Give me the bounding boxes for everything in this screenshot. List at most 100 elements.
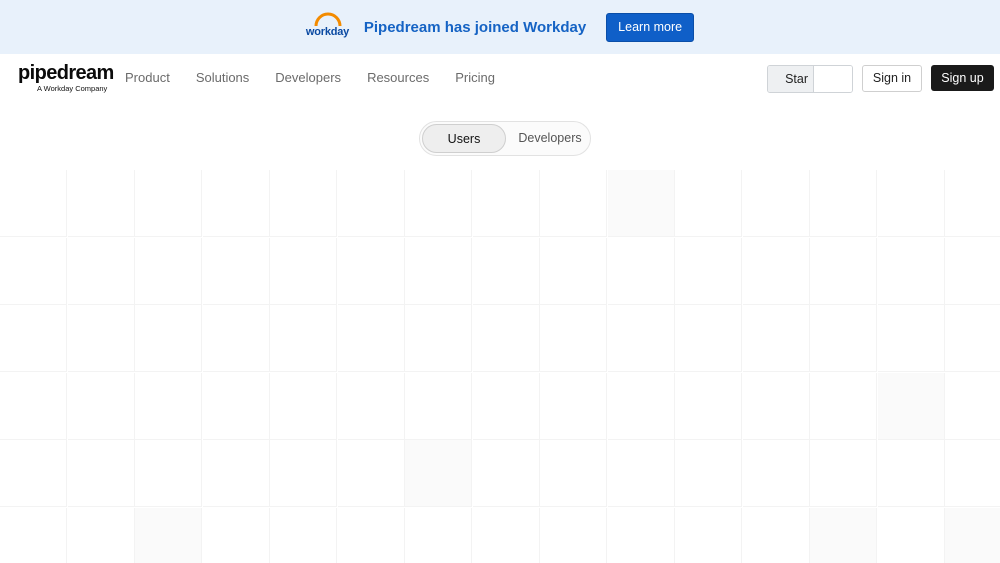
sign-in-button[interactable]: Sign in	[862, 65, 922, 92]
grid-cell	[270, 440, 337, 507]
grid-cell	[0, 440, 67, 507]
grid-cell	[338, 440, 405, 507]
grid-cell	[405, 508, 472, 563]
grid-cell	[473, 373, 540, 440]
toggle-option-developers[interactable]: Developers	[512, 124, 588, 153]
grid-cell	[473, 170, 540, 237]
grid-cell	[270, 508, 337, 563]
grid-cell	[68, 440, 135, 507]
site-header: pipedream A Workday Company Product Solu…	[0, 54, 1000, 100]
grid-cell	[270, 373, 337, 440]
learn-more-button[interactable]: Learn more	[606, 12, 695, 42]
grid-cell	[203, 373, 270, 440]
grid-cell	[473, 440, 540, 507]
sign-up-button[interactable]: Sign up	[931, 65, 994, 91]
grid-cell	[675, 170, 742, 237]
announcement-banner: workday Pipedream has joined Workday Lea…	[0, 0, 1000, 54]
star-label: Star	[768, 66, 814, 92]
grid-cell	[405, 305, 472, 372]
pipedream-logo[interactable]: pipedream A Workday Company	[18, 63, 114, 93]
grid-cell	[338, 238, 405, 305]
audience-toggle: Users Developers	[419, 121, 591, 156]
grid-cell	[675, 373, 742, 440]
grid-cell	[0, 238, 67, 305]
grid-cell	[0, 373, 67, 440]
grid-cell	[675, 305, 742, 372]
grid-cell	[540, 440, 607, 507]
grid-cell	[135, 373, 202, 440]
grid-cell	[540, 238, 607, 305]
grid-cell	[270, 238, 337, 305]
grid-cell	[68, 170, 135, 237]
grid-cell	[135, 305, 202, 372]
grid-cell	[945, 305, 1000, 372]
grid-cell	[0, 305, 67, 372]
nav-item-product[interactable]: Product	[125, 70, 170, 85]
nav-item-resources[interactable]: Resources	[367, 70, 429, 85]
grid-cell	[473, 238, 540, 305]
grid-cell	[878, 170, 945, 237]
grid-cell	[135, 508, 202, 563]
logo-tagline: A Workday Company	[37, 84, 108, 93]
logo-wordmark: pipedream	[18, 62, 114, 84]
nav-item-developers[interactable]: Developers	[275, 70, 341, 85]
grid-cell	[338, 373, 405, 440]
grid-cell	[743, 440, 810, 507]
grid-cell	[608, 305, 675, 372]
nav-item-pricing[interactable]: Pricing	[455, 70, 495, 85]
grid-cell	[68, 238, 135, 305]
workday-logo-text: workday	[305, 26, 350, 38]
grid-cell	[68, 305, 135, 372]
main-nav: Product Solutions Developers Resources P…	[125, 70, 521, 85]
grid-cell	[68, 373, 135, 440]
grid-cell	[68, 508, 135, 563]
grid-cell	[878, 508, 945, 563]
grid-cell	[743, 170, 810, 237]
grid-cell	[540, 508, 607, 563]
grid-cell	[0, 508, 67, 563]
grid-cell	[878, 305, 945, 372]
grid-cell	[945, 373, 1000, 440]
nav-item-solutions[interactable]: Solutions	[196, 70, 249, 85]
star-count	[814, 66, 852, 92]
grid-cell	[135, 238, 202, 305]
grid-cell	[810, 373, 877, 440]
grid-cell	[878, 373, 945, 440]
grid-cell	[810, 305, 877, 372]
grid-cell	[608, 508, 675, 563]
grid-cell	[608, 238, 675, 305]
grid-cell	[743, 373, 810, 440]
grid-cell	[203, 508, 270, 563]
grid-cell	[135, 440, 202, 507]
grid-cell	[135, 170, 202, 237]
grid-cell	[945, 440, 1000, 507]
grid-cell	[203, 170, 270, 237]
banner-title: Pipedream has joined Workday	[363, 18, 587, 36]
grid-cell	[945, 238, 1000, 305]
workday-logo: workday	[305, 12, 350, 38]
grid-cell	[203, 238, 270, 305]
grid-cell	[675, 508, 742, 563]
grid-cell	[540, 305, 607, 372]
grid-cell	[270, 305, 337, 372]
github-star-button[interactable]: Star	[767, 65, 853, 93]
grid-cell	[203, 305, 270, 372]
grid-cell	[878, 238, 945, 305]
grid-cell	[810, 238, 877, 305]
grid-cell	[608, 440, 675, 507]
grid-cell	[810, 440, 877, 507]
grid-cell	[540, 373, 607, 440]
background-grid	[0, 170, 1000, 563]
grid-cell	[810, 508, 877, 563]
banner-content: workday Pipedream has joined Workday Lea…	[305, 12, 695, 42]
grid-cell	[675, 238, 742, 305]
toggle-option-users[interactable]: Users	[422, 124, 506, 153]
grid-cell	[338, 508, 405, 563]
grid-cell	[270, 170, 337, 237]
grid-cell	[0, 170, 67, 237]
grid-cell	[405, 373, 472, 440]
grid-cell	[743, 238, 810, 305]
grid-cell	[810, 170, 877, 237]
grid-cell	[878, 440, 945, 507]
grid-cell	[473, 508, 540, 563]
